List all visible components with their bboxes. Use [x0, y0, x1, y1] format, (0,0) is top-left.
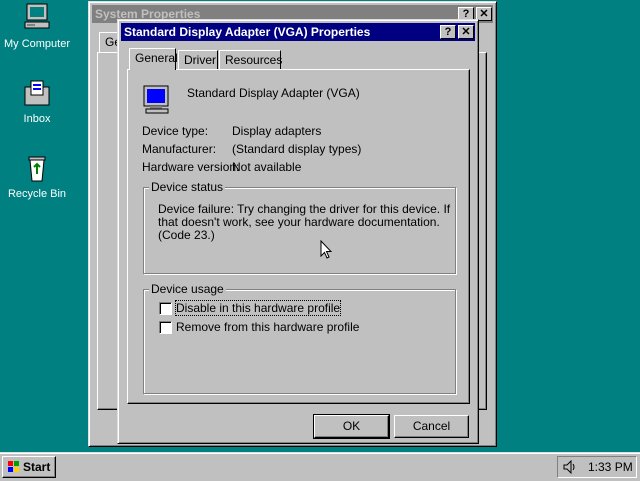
device-type-label: Device type: — [142, 124, 209, 138]
inbox-icon — [21, 77, 53, 109]
manufacturer-label: Manufacturer: — [142, 142, 217, 156]
windows-logo-icon — [7, 460, 21, 474]
device-type-value: Display adapters — [232, 124, 322, 138]
taskbar: Start 1:33 PM — [0, 452, 640, 481]
device-properties-dialog: Standard Display Adapter (VGA) Propertie… — [117, 19, 479, 444]
tab-general[interactable]: General — [129, 48, 178, 70]
remove-profile-checkbox[interactable] — [159, 321, 172, 334]
help-button[interactable]: ? — [440, 25, 456, 39]
desktop-icon-recycle-bin[interactable]: Recycle Bin — [0, 152, 77, 200]
device-name: Standard Display Adapter (VGA) — [187, 86, 360, 100]
hardware-version-label: Hardware version: — [142, 160, 240, 174]
tab-label: Resources — [225, 53, 283, 67]
tab-resources[interactable]: Resources — [219, 50, 283, 70]
remove-profile-label[interactable]: Remove from this hardware profile — [176, 320, 359, 334]
computer-icon — [21, 2, 53, 34]
desktop-icon-inbox[interactable]: Inbox — [0, 77, 77, 125]
mouse-cursor-icon — [320, 239, 333, 260]
recycle-bin-icon — [21, 152, 53, 184]
title-bar: Standard Display Adapter (VGA) Propertie… — [121, 23, 475, 41]
dialog-title: Standard Display Adapter (VGA) Propertie… — [124, 25, 371, 39]
ok-button[interactable]: OK — [313, 414, 390, 439]
device-usage-title: Device usage — [149, 282, 226, 296]
desktop-icon-my-computer[interactable]: My Computer — [0, 2, 77, 50]
hardware-version-value: Not available — [232, 160, 302, 174]
device-status-line3: (Code 23.) — [158, 228, 215, 242]
device-status-line2: that doesn't work, see your hardware doc… — [158, 215, 440, 229]
tab-label: General — [135, 51, 178, 65]
cancel-button[interactable]: Cancel — [394, 415, 469, 438]
tab-panel: Standard Display Adapter (VGA) Device ty… — [127, 69, 470, 404]
close-button[interactable]: ✕ — [458, 25, 474, 39]
disable-profile-checkbox[interactable] — [159, 302, 172, 315]
desktop-icon-label: Recycle Bin — [7, 188, 67, 200]
desktop-icon-label: My Computer — [3, 38, 71, 50]
clock[interactable]: 1:33 PM — [588, 457, 633, 477]
desktop-icon-label: Inbox — [23, 113, 51, 125]
system-tray: 1:33 PM — [557, 456, 637, 478]
monitor-icon — [143, 85, 171, 115]
tab-driver[interactable]: Driver — [178, 50, 218, 70]
manufacturer-value: (Standard display types) — [232, 142, 362, 156]
device-status-title: Device status — [149, 180, 226, 194]
disable-profile-label[interactable]: Disable in this hardware profile — [174, 300, 342, 316]
tab-label: Driver — [184, 53, 216, 67]
start-button[interactable]: Start — [2, 456, 56, 478]
device-status-line1: Device failure: Try changing the driver … — [158, 202, 451, 216]
start-label: Start — [23, 460, 51, 474]
speaker-icon[interactable] — [562, 459, 578, 475]
